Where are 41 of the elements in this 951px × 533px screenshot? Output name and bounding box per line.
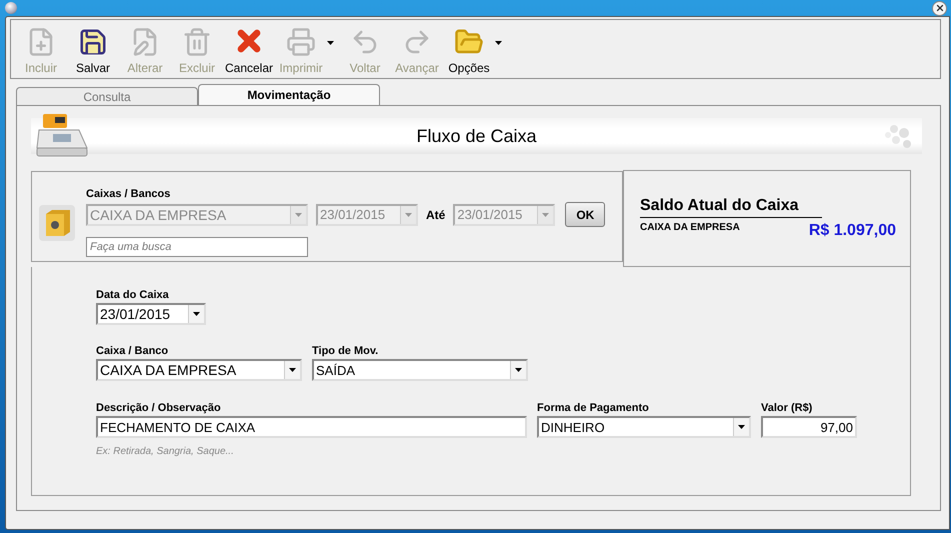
trash-icon [182, 27, 212, 57]
toolbar-button[interactable]: Opções [443, 20, 495, 78]
date-combo[interactable]: 23/01/2015 [96, 303, 206, 325]
payment-combo[interactable]: DINHEIRO [537, 416, 751, 438]
ok-button[interactable]: OK [565, 202, 606, 227]
field-label: Valor (R$) [761, 402, 814, 415]
dropdown-arrow-icon [542, 212, 550, 216]
amount-field[interactable]: 97,00 [761, 416, 857, 438]
description-field[interactable]: FECHAMENTO DE CAIXA [96, 416, 527, 438]
caret-icon [495, 41, 502, 45]
toolbar-button[interactable]: Cancelar [223, 20, 275, 78]
toolbar-button[interactable]: Salvar [67, 20, 119, 78]
safe-icon [38, 204, 76, 242]
movement-type-combo[interactable]: SAÍDA [312, 359, 528, 381]
search-field[interactable]: Faça uma busca [86, 237, 308, 257]
dropdown-arrow-icon [515, 368, 522, 372]
dropdown-arrow-icon [405, 212, 412, 216]
until-label: Até [426, 208, 446, 222]
close-button[interactable] [932, 0, 947, 16]
field-label: Tipo de Mov. [312, 345, 380, 358]
dropdown-arrow-icon [193, 312, 200, 316]
caret-icon [327, 41, 334, 45]
dropdown-arrow-icon [738, 425, 745, 429]
close-icon [934, 3, 944, 13]
field-label: Data do Caixa [96, 289, 170, 302]
field-label: Forma de Pagamento [537, 402, 650, 415]
printer-icon [286, 27, 316, 57]
field-label: Caixa / Banco [96, 345, 170, 358]
field-label: Caixas / Bancos [86, 188, 172, 201]
page-title: Fluxo de Caixa [416, 126, 537, 146]
balance-amount: R$ 1.097,00 [808, 222, 896, 240]
account-combo[interactable]: CAIXA DA EMPRESA [96, 359, 302, 381]
balance-account: CAIXA DA EMPRESA [640, 222, 740, 233]
dropdown-arrow-icon [289, 368, 296, 372]
hint-text: Ex: Retirada, Sangria, Saque... [96, 446, 235, 457]
tab[interactable]: Consulta [16, 87, 198, 105]
tab[interactable]: Movimentação [198, 84, 380, 105]
dropdown-arrow-icon [295, 212, 302, 216]
field-label: Descrição / Observação [96, 402, 222, 415]
window-orb-icon [5, 2, 17, 14]
balance-title: Saldo Atual do Caixa [640, 197, 822, 218]
